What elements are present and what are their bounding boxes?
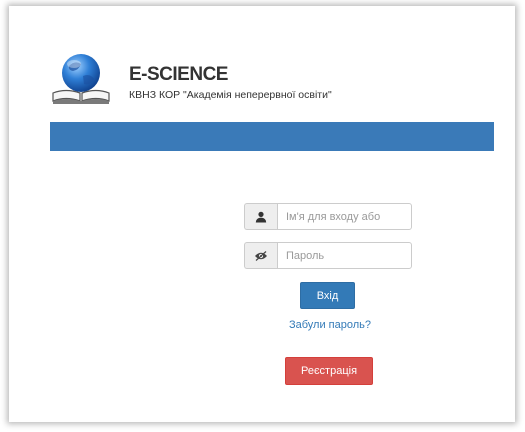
login-page: E-SCIENCE КВНЗ КОР "Академія неперервної…: [9, 6, 515, 422]
user-icon: [244, 203, 277, 230]
brand-title: E-SCIENCE: [129, 64, 228, 85]
forgot-password-link[interactable]: Забули пароль?: [280, 319, 380, 331]
login-button[interactable]: Вхід: [300, 282, 355, 309]
header-bar: [50, 122, 494, 151]
globe-on-book-icon: [50, 49, 112, 105]
password-field[interactable]: [277, 242, 412, 269]
username-field[interactable]: [277, 203, 412, 230]
brand-subtitle: КВНЗ КОР "Академія неперервної освіти": [129, 89, 332, 101]
register-button[interactable]: Реєстрація: [285, 357, 373, 385]
username-group: [244, 203, 412, 230]
eye-icon: [244, 242, 277, 269]
password-group: [244, 242, 412, 269]
